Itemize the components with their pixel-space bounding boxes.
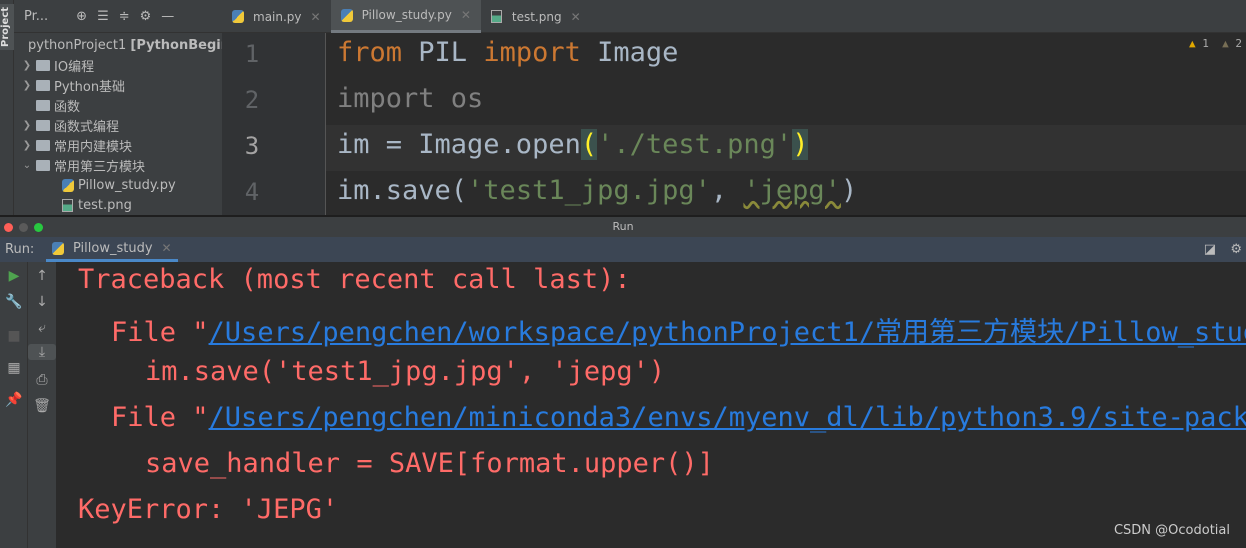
hide-icon[interactable]: — (161, 9, 174, 24)
close-window-button[interactable] (4, 223, 13, 232)
run-window-titlebar: Run (0, 215, 1246, 237)
tab-main-py[interactable]: main.py ✕ (222, 0, 331, 33)
folder-icon (36, 79, 50, 91)
arrow-up-icon[interactable]: ↑ (28, 268, 56, 284)
line-gutter: 1 2 3 4 (222, 33, 326, 215)
maximize-window-button[interactable] (34, 223, 43, 232)
watermark: CSDN @Ocodotial (1113, 523, 1230, 538)
python-file-icon (340, 8, 353, 22)
gear-icon[interactable]: ⚙ (1230, 242, 1242, 257)
layout-icon[interactable]: ▦ (0, 360, 28, 376)
tree-item-file[interactable]: Pillow_study.py (14, 175, 222, 195)
rerun-icon[interactable]: ▶ (0, 268, 28, 284)
weak-warning-icon: ▲ (1222, 37, 1229, 50)
chevron-right-icon[interactable]: ❯ (18, 80, 36, 91)
folder-icon (36, 99, 50, 111)
code-line: im.save('test1_jpg.jpg', 'jepg') (337, 175, 858, 206)
chevron-right-icon[interactable]: ❯ (18, 120, 36, 131)
wrench-icon[interactable]: 🔧 (0, 294, 28, 310)
trash-icon[interactable]: 🗑 (28, 398, 56, 414)
editor-tabs: main.py ✕ Pillow_study.py ✕ test.png ✕ (222, 0, 1246, 33)
tab-test-png[interactable]: test.png ✕ (481, 0, 591, 33)
file-link[interactable]: /Users/pengchen/miniconda3/envs/myenv_dl… (209, 402, 1246, 433)
tree-item-folder[interactable]: 函数 (14, 95, 222, 115)
tree-item-folder[interactable]: ❯ Python基础 (14, 75, 222, 95)
tree-item-file[interactable]: test.png (14, 195, 222, 215)
project-panel: Pr... ⊕ ☰ ≑ ⚙ — pythonProject1 [PythonBe… (14, 0, 230, 215)
console-toolbar: ↑ ↓ ⤶ ⤓ ⎙ 🗑 (28, 262, 56, 548)
project-tool-strip: Project (0, 0, 14, 215)
console-line: File "/Users/pengchen/workspace/pythonPr… (111, 310, 1246, 349)
inspection-widget[interactable]: ▲ 1 ▲ 2 (1189, 37, 1242, 50)
close-icon[interactable]: ✕ (311, 10, 321, 24)
tree-item-folder[interactable]: ❯ 常用内建模块 (14, 135, 222, 155)
pin-icon[interactable]: 📌 (0, 392, 28, 408)
python-file-icon (232, 10, 244, 23)
tab-pillow-study[interactable]: Pillow_study.py ✕ (330, 0, 481, 33)
console-line: File "/Users/pengchen/miniconda3/envs/my… (111, 402, 1246, 433)
image-file-icon (490, 10, 502, 23)
chevron-right-icon[interactable]: ❯ (18, 60, 36, 71)
folder-icon (36, 159, 50, 171)
close-icon[interactable]: ✕ (571, 10, 581, 24)
console-output[interactable]: Traceback (most recent call last): File … (56, 262, 1246, 548)
project-view-dropdown[interactable]: Pr... (24, 9, 48, 24)
line-number: 3 (244, 132, 260, 160)
folder-icon (36, 59, 50, 71)
code-line: import os (337, 83, 484, 114)
run-window-title: Run (612, 220, 634, 233)
expand-all-icon[interactable]: ☰ (97, 9, 109, 24)
soft-wrap-icon[interactable]: ⤶ (28, 320, 56, 336)
project-tool-tab[interactable]: Project (0, 4, 14, 50)
code-editor[interactable]: from PIL import Image import os im = Ima… (326, 33, 1246, 215)
line-number: 2 (244, 86, 260, 114)
line-number: 4 (244, 178, 260, 206)
image-file-icon (62, 198, 73, 212)
code-line: im = Image.open('./test.png') (337, 129, 809, 160)
print-icon[interactable]: ⎙ (28, 372, 56, 388)
console-line: save_handler = SAVE[format.upper()] (145, 448, 714, 479)
stop-icon[interactable]: ■ (0, 328, 28, 344)
project-panel-header: Pr... ⊕ ☰ ≑ ⚙ — (14, 0, 222, 33)
console-line: im.save('test1_jpg.jpg', 'jepg') (145, 356, 666, 387)
run-label: Run: (5, 242, 35, 257)
run-tab-bar: Run: Pillow_study ✕ ◪ ⚙ (0, 237, 1246, 262)
minimize-window-button[interactable] (19, 223, 28, 232)
arrow-down-icon[interactable]: ↓ (28, 294, 56, 310)
tree-item-folder[interactable]: ❯ IO编程 (14, 55, 222, 75)
chevron-down-icon[interactable]: ⌄ (18, 160, 36, 171)
file-link[interactable]: /Users/pengchen/workspace/pythonProject1… (209, 317, 1246, 348)
layout-icon[interactable]: ◪ (1204, 242, 1216, 257)
close-icon[interactable]: ✕ (162, 241, 172, 255)
scroll-to-end-icon[interactable]: ⤓ (28, 344, 56, 360)
console-line: KeyError: 'JEPG' (78, 494, 339, 525)
run-tab-pillow-study[interactable]: Pillow_study ✕ (46, 237, 178, 262)
tree-item-folder[interactable]: ❯ 函数式编程 (14, 115, 222, 135)
folder-icon (36, 139, 50, 151)
collapse-all-icon[interactable]: ≑ (119, 9, 130, 24)
run-toolbar: ▶ 🔧 ■ ▦ 📌 (0, 262, 28, 548)
code-line: from PIL import Image (337, 37, 679, 68)
line-number: 1 (244, 40, 260, 68)
python-icon (52, 241, 64, 255)
close-icon[interactable]: ✕ (461, 8, 471, 22)
tree-item-project-root[interactable]: pythonProject1 [PythonBegin (14, 35, 230, 55)
folder-icon (36, 119, 50, 131)
locate-icon[interactable]: ⊕ (76, 9, 87, 24)
chevron-right-icon[interactable]: ❯ (18, 140, 36, 151)
gear-icon[interactable]: ⚙ (140, 9, 152, 24)
console-line: Traceback (most recent call last): (78, 264, 631, 295)
warning-icon: ▲ (1189, 37, 1196, 50)
python-file-icon (62, 178, 74, 192)
tree-item-folder[interactable]: ⌄ 常用第三方模块 (14, 155, 222, 175)
